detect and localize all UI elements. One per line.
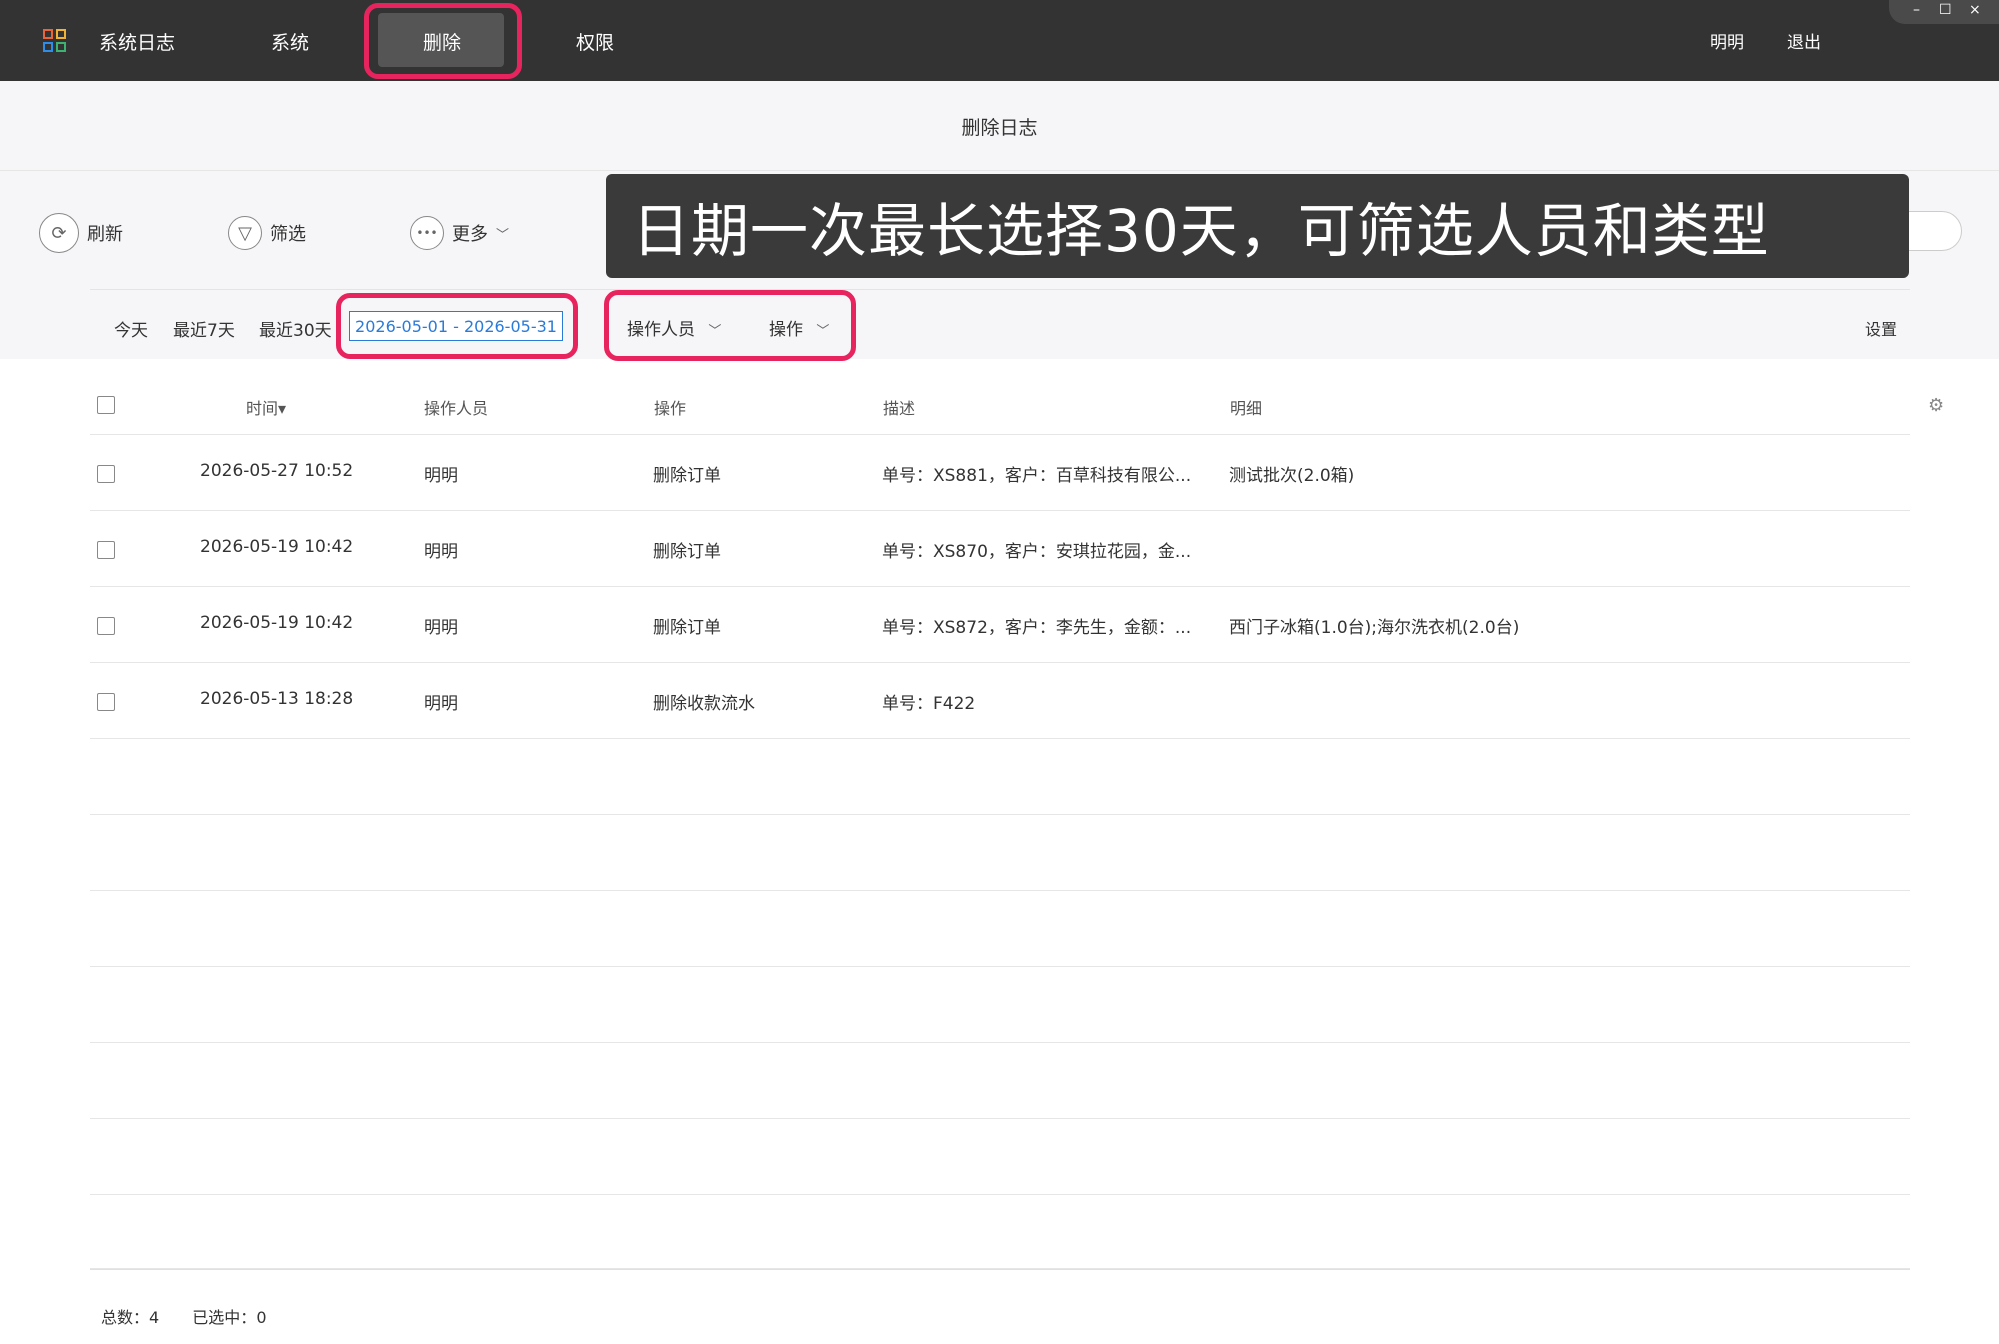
cell-time: 2026-05-13 18:28 — [200, 689, 354, 709]
table-row[interactable]: 2026-05-19 10:42 明明 删除订单 单号：XS870，客户：安琪拉… — [90, 511, 1910, 587]
col-action-header: 操作 — [654, 399, 687, 418]
more-label: 更多 — [452, 224, 488, 245]
col-time-header[interactable]: 时间▾ — [246, 395, 286, 419]
column-settings-gear-icon[interactable]: ⚙ — [1928, 395, 1944, 416]
select-all-checkbox[interactable] — [97, 396, 115, 414]
cell-time: 2026-05-19 10:42 — [200, 613, 354, 633]
cell-operator: 明明 — [424, 694, 458, 714]
total-value: 4 — [149, 1308, 160, 1327]
total-count: 总数：4 — [101, 1308, 173, 1327]
filter-last30[interactable]: 最近30天 — [259, 316, 332, 341]
table-row[interactable]: 2026-05-13 18:28 明明 删除收款流水 单号：F422 — [90, 663, 1910, 739]
selected-value: 0 — [256, 1308, 267, 1327]
cell-desc: 单号：XS870，客户：安琪拉花园，金... — [882, 542, 1192, 562]
cell-operator: 明明 — [424, 618, 458, 638]
user-name[interactable]: 明明 — [1710, 28, 1744, 53]
app-grid-icon[interactable] — [43, 29, 67, 53]
highlight-box-nav — [364, 3, 522, 79]
refresh-icon: ⟳ — [39, 213, 79, 253]
highlight-box-date — [336, 293, 578, 359]
filter-label: 筛选 — [270, 224, 306, 245]
cell-action: 删除订单 — [653, 466, 721, 486]
more-icon: ••• — [410, 216, 444, 250]
col-detail-header: 明细 — [1230, 399, 1263, 418]
cell-time: 2026-05-19 10:42 — [200, 537, 354, 557]
maximize-icon[interactable]: ☐ — [1939, 2, 1952, 18]
top-bar: 系统日志 系统 删除 权限 明明 退出 – ☐ × — [0, 0, 1999, 81]
logout-link[interactable]: 退出 — [1787, 28, 1821, 53]
row-checkbox[interactable] — [97, 465, 115, 483]
minimize-icon[interactable]: – — [1913, 2, 1920, 18]
selected-count: 已选中：0 — [192, 1308, 280, 1327]
empty-row — [90, 891, 1910, 967]
highlight-box-dropdowns — [604, 290, 856, 361]
more-button[interactable]: ••• 更多 ﹀ — [410, 211, 509, 255]
window-controls: – ☐ × — [1889, 0, 1999, 24]
cell-detail: 测试批次(2.0箱) — [1229, 466, 1355, 486]
row-checkbox[interactable] — [97, 617, 115, 635]
refresh-label: 刷新 — [87, 224, 123, 245]
cell-operator: 明明 — [424, 542, 458, 562]
empty-row — [90, 739, 1910, 815]
page-header: 删除日志 — [0, 81, 1999, 171]
toolbar-divider — [90, 289, 1910, 290]
cell-desc: 单号：XS881，客户：百草科技有限公... — [882, 466, 1192, 486]
selected-label: 已选中： — [192, 1308, 257, 1327]
col-operator-header: 操作人员 — [424, 399, 489, 418]
cell-time: 2026-05-27 10:52 — [200, 461, 354, 481]
footer-divider — [90, 1269, 1910, 1270]
filter-icon: ▽ — [228, 216, 262, 250]
row-checkbox[interactable] — [97, 541, 115, 559]
table-row[interactable]: 2026-05-19 10:42 明明 删除订单 单号：XS872，客户：李先生… — [90, 587, 1910, 663]
empty-row — [90, 1195, 1910, 1269]
filter-today[interactable]: 今天 — [114, 316, 148, 341]
cell-action: 删除订单 — [653, 618, 721, 638]
table-header: 时间▾ 操作人员 操作 描述 明细 — [90, 375, 1910, 435]
cell-detail: 西门子冰箱(1.0台);海尔洗衣机(2.0台) — [1229, 618, 1520, 638]
page-title: 删除日志 — [961, 117, 1038, 139]
refresh-button[interactable]: ⟳ 刷新 — [39, 211, 123, 255]
total-label: 总数： — [101, 1308, 150, 1327]
filter-button[interactable]: ▽ 筛选 — [228, 211, 306, 255]
nav-system[interactable]: 系统 — [271, 28, 309, 55]
chevron-down-icon: ﹀ — [496, 227, 510, 243]
empty-row — [90, 967, 1910, 1043]
app-title: 系统日志 — [99, 32, 176, 54]
table-row[interactable]: 2026-05-27 10:52 明明 删除订单 单号：XS881，客户：百草科… — [90, 435, 1910, 511]
col-desc-header: 描述 — [883, 399, 916, 418]
empty-row — [90, 815, 1910, 891]
status-footer: 总数：4 已选中：0 — [101, 1304, 295, 1328]
close-icon[interactable]: × — [1969, 2, 1981, 18]
cell-operator: 明明 — [424, 466, 458, 486]
empty-row — [90, 1043, 1910, 1119]
cell-desc: 单号：F422 — [882, 694, 976, 714]
empty-row — [90, 1119, 1910, 1195]
nav-permission[interactable]: 权限 — [576, 28, 614, 55]
filter-last7[interactable]: 最近7天 — [173, 316, 235, 341]
cell-desc: 单号：XS872，客户：李先生，金额：... — [882, 618, 1192, 638]
row-checkbox[interactable] — [97, 693, 115, 711]
cell-action: 删除订单 — [653, 542, 721, 562]
tip-banner: 日期一次最长选择30天，可筛选人员和类型 — [606, 174, 1909, 278]
settings-link[interactable]: 设置 — [1865, 316, 1897, 340]
cell-action: 删除收款流水 — [653, 694, 755, 714]
